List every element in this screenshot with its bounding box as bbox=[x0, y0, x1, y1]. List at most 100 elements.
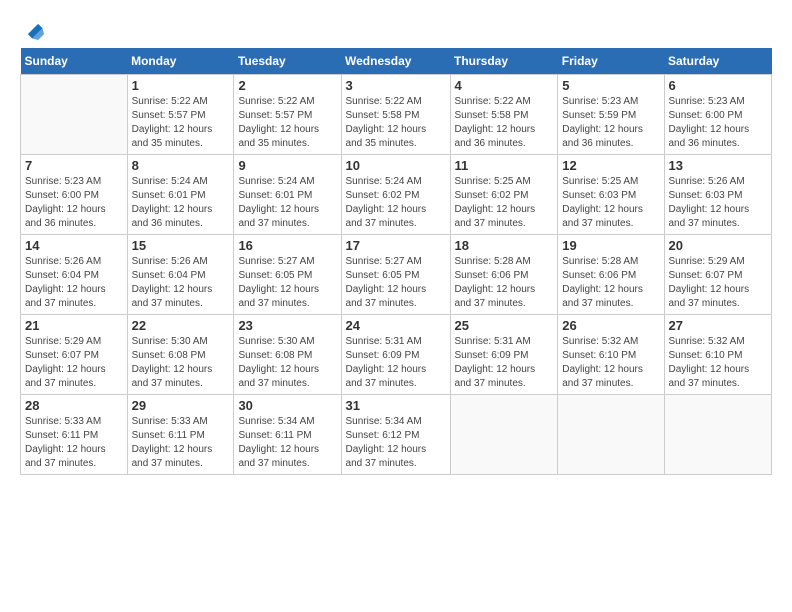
table-row: 23 Sunrise: 5:30 AM Sunset: 6:08 PM Dayli… bbox=[234, 315, 341, 395]
day-number: 30 bbox=[238, 398, 336, 413]
calendar-week-row: 21 Sunrise: 5:29 AM Sunset: 6:07 PM Dayli… bbox=[21, 315, 772, 395]
day-info: Sunrise: 5:24 AM Sunset: 6:02 PM Dayligh… bbox=[346, 175, 446, 231]
col-tuesday: Tuesday bbox=[234, 48, 341, 75]
day-number: 2 bbox=[238, 78, 336, 93]
calendar-table: Sunday Monday Tuesday Wednesday Thursday… bbox=[20, 48, 772, 475]
logo bbox=[20, 18, 44, 36]
col-thursday: Thursday bbox=[450, 48, 558, 75]
table-row: 3 Sunrise: 5:22 AM Sunset: 5:58 PM Daylig… bbox=[341, 75, 450, 155]
day-info: Sunrise: 5:31 AM Sunset: 6:09 PM Dayligh… bbox=[455, 335, 554, 391]
day-number: 5 bbox=[562, 78, 659, 93]
calendar-week-row: 14 Sunrise: 5:26 AM Sunset: 6:04 PM Dayli… bbox=[21, 235, 772, 315]
table-row: 15 Sunrise: 5:26 AM Sunset: 6:04 PM Dayli… bbox=[127, 235, 234, 315]
table-row bbox=[664, 395, 772, 475]
day-number: 25 bbox=[455, 318, 554, 333]
day-info: Sunrise: 5:31 AM Sunset: 6:09 PM Dayligh… bbox=[346, 335, 446, 391]
logo-icon bbox=[22, 18, 44, 40]
day-number: 12 bbox=[562, 158, 659, 173]
table-row: 7Sunrise: 5:23 AM Sunset: 6:00 PM Daylig… bbox=[21, 155, 128, 235]
day-number: 1 bbox=[132, 78, 230, 93]
day-number: 27 bbox=[669, 318, 768, 333]
day-number: 29 bbox=[132, 398, 230, 413]
table-row: 27 Sunrise: 5:32 AM Sunset: 6:10 PM Dayli… bbox=[664, 315, 772, 395]
table-row: 2 Sunrise: 5:22 AM Sunset: 5:57 PM Daylig… bbox=[234, 75, 341, 155]
table-row: 25 Sunrise: 5:31 AM Sunset: 6:09 PM Dayli… bbox=[450, 315, 558, 395]
col-saturday: Saturday bbox=[664, 48, 772, 75]
table-row: 12 Sunrise: 5:25 AM Sunset: 6:03 PM Dayli… bbox=[558, 155, 664, 235]
day-info: Sunrise: 5:24 AM Sunset: 6:01 PM Dayligh… bbox=[238, 175, 336, 231]
table-row: 1 Sunrise: 5:22 AM Sunset: 5:57 PM Daylig… bbox=[127, 75, 234, 155]
day-info: Sunrise: 5:29 AM Sunset: 6:07 PM Dayligh… bbox=[669, 255, 768, 311]
day-number: 4 bbox=[455, 78, 554, 93]
table-row: 8 Sunrise: 5:24 AM Sunset: 6:01 PM Daylig… bbox=[127, 155, 234, 235]
table-row: 19Sunrise: 5:28 AM Sunset: 6:06 PM Dayli… bbox=[558, 235, 664, 315]
calendar-week-row: 7Sunrise: 5:23 AM Sunset: 6:00 PM Daylig… bbox=[21, 155, 772, 235]
day-number: 17 bbox=[346, 238, 446, 253]
col-wednesday: Wednesday bbox=[341, 48, 450, 75]
day-info: Sunrise: 5:33 AM Sunset: 6:11 PM Dayligh… bbox=[25, 415, 123, 471]
day-number: 8 bbox=[132, 158, 230, 173]
day-info: Sunrise: 5:33 AM Sunset: 6:11 PM Dayligh… bbox=[132, 415, 230, 471]
col-monday: Monday bbox=[127, 48, 234, 75]
day-number: 13 bbox=[669, 158, 768, 173]
day-number: 21 bbox=[25, 318, 123, 333]
day-info: Sunrise: 5:32 AM Sunset: 6:10 PM Dayligh… bbox=[669, 335, 768, 391]
table-row: 10 Sunrise: 5:24 AM Sunset: 6:02 PM Dayli… bbox=[341, 155, 450, 235]
day-number: 10 bbox=[346, 158, 446, 173]
day-info: Sunrise: 5:32 AM Sunset: 6:10 PM Dayligh… bbox=[562, 335, 659, 391]
table-row: 21 Sunrise: 5:29 AM Sunset: 6:07 PM Dayli… bbox=[21, 315, 128, 395]
day-number: 31 bbox=[346, 398, 446, 413]
table-row: 9 Sunrise: 5:24 AM Sunset: 6:01 PM Daylig… bbox=[234, 155, 341, 235]
day-info: Sunrise: 5:22 AM Sunset: 5:57 PM Dayligh… bbox=[132, 95, 230, 151]
day-number: 24 bbox=[346, 318, 446, 333]
day-info: Sunrise: 5:30 AM Sunset: 6:08 PM Dayligh… bbox=[238, 335, 336, 391]
day-info: Sunrise: 5:22 AM Sunset: 5:57 PM Dayligh… bbox=[238, 95, 336, 151]
day-info: Sunrise: 5:27 AM Sunset: 6:05 PM Dayligh… bbox=[238, 255, 336, 311]
day-info: Sunrise: 5:26 AM Sunset: 6:03 PM Dayligh… bbox=[669, 175, 768, 231]
day-info: Sunrise: 5:22 AM Sunset: 5:58 PM Dayligh… bbox=[455, 95, 554, 151]
day-info: Sunrise: 5:29 AM Sunset: 6:07 PM Dayligh… bbox=[25, 335, 123, 391]
col-sunday: Sunday bbox=[21, 48, 128, 75]
table-row: 26 Sunrise: 5:32 AM Sunset: 6:10 PM Dayli… bbox=[558, 315, 664, 395]
day-number: 14 bbox=[25, 238, 123, 253]
day-number: 7 bbox=[25, 158, 123, 173]
calendar-header-row: Sunday Monday Tuesday Wednesday Thursday… bbox=[21, 48, 772, 75]
day-info: Sunrise: 5:25 AM Sunset: 6:03 PM Dayligh… bbox=[562, 175, 659, 231]
day-number: 18 bbox=[455, 238, 554, 253]
table-row bbox=[21, 75, 128, 155]
day-info: Sunrise: 5:34 AM Sunset: 6:12 PM Dayligh… bbox=[346, 415, 446, 471]
table-row bbox=[558, 395, 664, 475]
day-number: 15 bbox=[132, 238, 230, 253]
table-row: 24 Sunrise: 5:31 AM Sunset: 6:09 PM Dayli… bbox=[341, 315, 450, 395]
table-row: 30 Sunrise: 5:34 AM Sunset: 6:11 PM Dayli… bbox=[234, 395, 341, 475]
calendar-week-row: 1 Sunrise: 5:22 AM Sunset: 5:57 PM Daylig… bbox=[21, 75, 772, 155]
table-row bbox=[450, 395, 558, 475]
day-info: Sunrise: 5:26 AM Sunset: 6:04 PM Dayligh… bbox=[132, 255, 230, 311]
day-info: Sunrise: 5:22 AM Sunset: 5:58 PM Dayligh… bbox=[346, 95, 446, 151]
col-friday: Friday bbox=[558, 48, 664, 75]
day-number: 23 bbox=[238, 318, 336, 333]
day-number: 22 bbox=[132, 318, 230, 333]
day-number: 16 bbox=[238, 238, 336, 253]
table-row: 14 Sunrise: 5:26 AM Sunset: 6:04 PM Dayli… bbox=[21, 235, 128, 315]
table-row: 31 Sunrise: 5:34 AM Sunset: 6:12 PM Dayli… bbox=[341, 395, 450, 475]
day-number: 26 bbox=[562, 318, 659, 333]
table-row: 5 Sunrise: 5:23 AM Sunset: 5:59 PM Daylig… bbox=[558, 75, 664, 155]
day-info: Sunrise: 5:24 AM Sunset: 6:01 PM Dayligh… bbox=[132, 175, 230, 231]
day-info: Sunrise: 5:23 AM Sunset: 6:00 PM Dayligh… bbox=[669, 95, 768, 151]
day-info: Sunrise: 5:34 AM Sunset: 6:11 PM Dayligh… bbox=[238, 415, 336, 471]
table-row: 22 Sunrise: 5:30 AM Sunset: 6:08 PM Dayli… bbox=[127, 315, 234, 395]
table-row: 13 Sunrise: 5:26 AM Sunset: 6:03 PM Dayli… bbox=[664, 155, 772, 235]
day-number: 6 bbox=[669, 78, 768, 93]
day-info: Sunrise: 5:28 AM Sunset: 6:06 PM Dayligh… bbox=[455, 255, 554, 311]
day-number: 9 bbox=[238, 158, 336, 173]
day-number: 28 bbox=[25, 398, 123, 413]
day-info: Sunrise: 5:23 AM Sunset: 5:59 PM Dayligh… bbox=[562, 95, 659, 151]
table-row: 17Sunrise: 5:27 AM Sunset: 6:05 PM Dayli… bbox=[341, 235, 450, 315]
main-container: Sunday Monday Tuesday Wednesday Thursday… bbox=[0, 0, 792, 485]
day-number: 20 bbox=[669, 238, 768, 253]
day-info: Sunrise: 5:26 AM Sunset: 6:04 PM Dayligh… bbox=[25, 255, 123, 311]
table-row: 18 Sunrise: 5:28 AM Sunset: 6:06 PM Dayli… bbox=[450, 235, 558, 315]
day-info: Sunrise: 5:30 AM Sunset: 6:08 PM Dayligh… bbox=[132, 335, 230, 391]
day-number: 3 bbox=[346, 78, 446, 93]
